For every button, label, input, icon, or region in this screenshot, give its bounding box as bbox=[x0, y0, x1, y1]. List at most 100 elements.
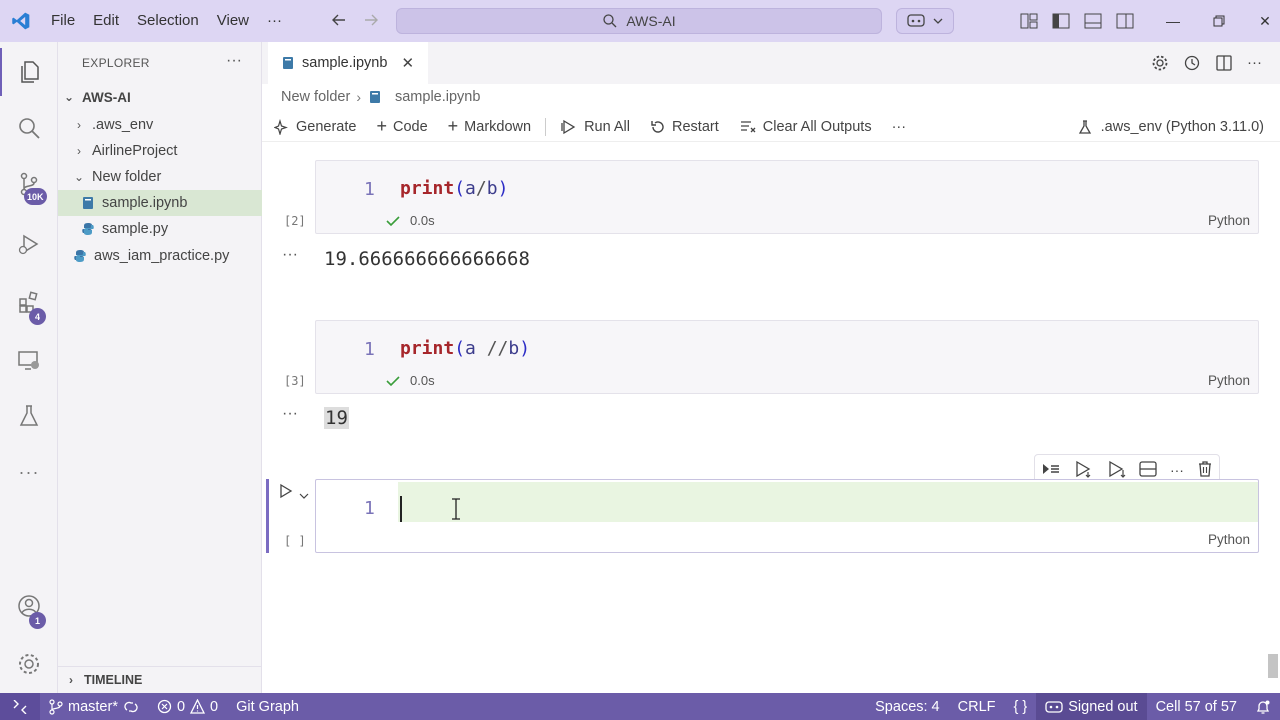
cell-position-indicator[interactable]: Cell 57 of 57 bbox=[1147, 693, 1246, 720]
workspace-root[interactable]: ⌄ AWS-AI bbox=[58, 84, 262, 110]
output-more-button[interactable]: ··· bbox=[282, 246, 298, 264]
code-identifier: b bbox=[486, 178, 498, 199]
tree-folder-aws-env[interactable]: › .aws_env bbox=[58, 112, 262, 138]
clear-all-outputs-button[interactable]: Clear All Outputs bbox=[739, 119, 872, 135]
close-window-icon[interactable]: ✕ bbox=[1242, 0, 1280, 42]
trash-icon[interactable] bbox=[1197, 460, 1213, 481]
menu-more-button[interactable]: ··· bbox=[258, 0, 291, 42]
arrow-left-icon[interactable] bbox=[330, 11, 348, 33]
git-graph-button[interactable]: Git Graph bbox=[227, 693, 308, 720]
timeline-label: TIMELINE bbox=[84, 672, 143, 687]
tree-file-sample-ipynb[interactable]: sample.ipynb bbox=[58, 190, 262, 216]
menu-edit[interactable]: Edit bbox=[84, 0, 128, 42]
code-cell[interactable]: 1 print(a //b) 0.0s Python bbox=[315, 320, 1259, 394]
testing-activity-icon[interactable] bbox=[0, 392, 58, 440]
breadcrumb-file[interactable]: sample.ipynb bbox=[395, 89, 480, 105]
search-activity-icon[interactable] bbox=[0, 104, 58, 152]
sync-icon bbox=[124, 701, 138, 712]
execute-above-icon[interactable] bbox=[1074, 460, 1094, 481]
error-icon bbox=[157, 699, 172, 714]
source-control-activity-icon[interactable]: 10K bbox=[0, 160, 58, 208]
cell-output: 19.666666666666668 bbox=[324, 248, 530, 270]
code-identifier: a bbox=[465, 338, 487, 359]
run-all-button[interactable]: Run All bbox=[560, 119, 630, 135]
run-cell-icon[interactable] bbox=[278, 483, 294, 502]
menu-selection[interactable]: Selection bbox=[128, 0, 208, 42]
vertical-scrollbar[interactable] bbox=[1268, 654, 1278, 678]
notifications-bell-icon[interactable] bbox=[1246, 693, 1280, 720]
breadcrumb-folder[interactable]: New folder bbox=[281, 89, 350, 105]
customize-layout-icon[interactable] bbox=[1018, 10, 1040, 32]
kernel-picker[interactable]: .aws_env (Python 3.11.0) bbox=[1077, 119, 1264, 135]
branch-indicator[interactable]: master* bbox=[40, 693, 148, 720]
restore-icon[interactable] bbox=[1196, 0, 1242, 42]
code-cell[interactable]: 1 print(a/b) 0.0s Python bbox=[315, 160, 1259, 234]
run-debug-activity-icon[interactable] bbox=[0, 220, 58, 268]
toolbar-more-button[interactable]: ··· bbox=[892, 119, 907, 135]
cell-language[interactable]: Python bbox=[1208, 213, 1250, 228]
gear-icon[interactable] bbox=[1151, 54, 1169, 75]
menu-file[interactable]: File bbox=[42, 0, 84, 42]
timeline-section[interactable]: › TIMELINE bbox=[58, 666, 262, 692]
tab-sample-ipynb[interactable]: sample.ipynb ✕ bbox=[268, 42, 428, 84]
code-cell-active[interactable]: 1 Python bbox=[315, 479, 1259, 553]
chevron-right-icon: › bbox=[69, 672, 73, 687]
menu-view[interactable]: View bbox=[208, 0, 258, 42]
editor-more-icon[interactable]: ··· bbox=[1247, 54, 1262, 75]
remote-explorer-activity-icon[interactable] bbox=[0, 336, 58, 384]
minimize-icon[interactable]: — bbox=[1150, 0, 1196, 42]
toggle-secondary-sidebar-icon[interactable] bbox=[1114, 10, 1136, 32]
toggle-primary-sidebar-icon[interactable] bbox=[1050, 10, 1072, 32]
cell-more-icon[interactable]: ··· bbox=[1170, 462, 1184, 478]
code-identifier: a bbox=[465, 178, 476, 199]
accounts-activity-icon[interactable]: 1 bbox=[0, 582, 58, 630]
tree-item-label: AirlineProject bbox=[92, 143, 178, 159]
signed-out-indicator[interactable]: Signed out bbox=[1036, 693, 1147, 720]
python-file-icon bbox=[80, 221, 96, 237]
run-by-line-icon[interactable] bbox=[1041, 461, 1061, 480]
execute-below-icon[interactable] bbox=[1107, 460, 1127, 481]
language-status-indicator[interactable]: { } bbox=[1005, 693, 1037, 720]
cell-language[interactable]: Python bbox=[1208, 373, 1250, 388]
kernel-label: .aws_env (Python 3.11.0) bbox=[1100, 119, 1264, 135]
restart-button[interactable]: Restart bbox=[650, 119, 719, 135]
chevron-down-icon: ⌄ bbox=[73, 170, 85, 184]
braces-label: { } bbox=[1013, 698, 1028, 715]
toggle-panel-icon[interactable] bbox=[1082, 10, 1104, 32]
explorer-activity-icon[interactable] bbox=[0, 48, 58, 96]
tree-folder-airline-project[interactable]: › AirlineProject bbox=[58, 138, 262, 164]
tree-folder-new-folder[interactable]: ⌄ New folder bbox=[58, 164, 262, 190]
output-more-button[interactable]: ··· bbox=[282, 405, 298, 423]
remote-indicator[interactable] bbox=[0, 693, 40, 720]
explorer-sidebar: EXPLORER ··· ⌄ AWS-AI › .aws_env › Airli… bbox=[58, 42, 262, 693]
add-markdown-cell-button[interactable]: + Markdown bbox=[448, 116, 531, 137]
copilot-button[interactable] bbox=[896, 8, 954, 34]
cell-language[interactable]: Python bbox=[1208, 532, 1250, 547]
command-center-search[interactable]: AWS-AI bbox=[396, 8, 882, 34]
code-line[interactable]: print(a //b) bbox=[400, 338, 530, 359]
execution-count: [2] bbox=[284, 214, 306, 228]
split-cell-icon[interactable] bbox=[1139, 460, 1157, 480]
more-activity-icon[interactable]: ··· bbox=[0, 448, 58, 496]
settings-gear-icon[interactable] bbox=[0, 640, 58, 688]
accounts-badge: 1 bbox=[29, 612, 46, 629]
add-code-cell-button[interactable]: + Code bbox=[376, 116, 427, 137]
check-icon bbox=[386, 215, 400, 226]
tree-file-sample-py[interactable]: sample.py bbox=[58, 216, 262, 242]
close-tab-icon[interactable]: ✕ bbox=[401, 54, 414, 72]
code-line[interactable]: print(a/b) bbox=[400, 178, 508, 199]
explorer-more-button[interactable]: ··· bbox=[226, 52, 242, 70]
indentation-indicator[interactable]: Spaces: 4 bbox=[866, 693, 949, 720]
history-icon[interactable] bbox=[1183, 54, 1201, 75]
arrow-right-icon[interactable] bbox=[362, 11, 380, 33]
line-number: 1 bbox=[364, 498, 375, 519]
split-editor-icon[interactable] bbox=[1215, 54, 1233, 75]
extensions-activity-icon[interactable]: 4 bbox=[0, 278, 58, 326]
generate-button[interactable]: Generate bbox=[274, 118, 356, 135]
tree-file-aws-iam-practice[interactable]: aws_iam_practice.py bbox=[58, 243, 262, 269]
problems-indicator[interactable]: 0 0 bbox=[148, 693, 227, 720]
clear-outputs-icon bbox=[740, 120, 756, 132]
chevron-down-icon[interactable] bbox=[299, 487, 309, 503]
eol-indicator[interactable]: CRLF bbox=[949, 693, 1005, 720]
error-count: 0 bbox=[176, 698, 186, 715]
